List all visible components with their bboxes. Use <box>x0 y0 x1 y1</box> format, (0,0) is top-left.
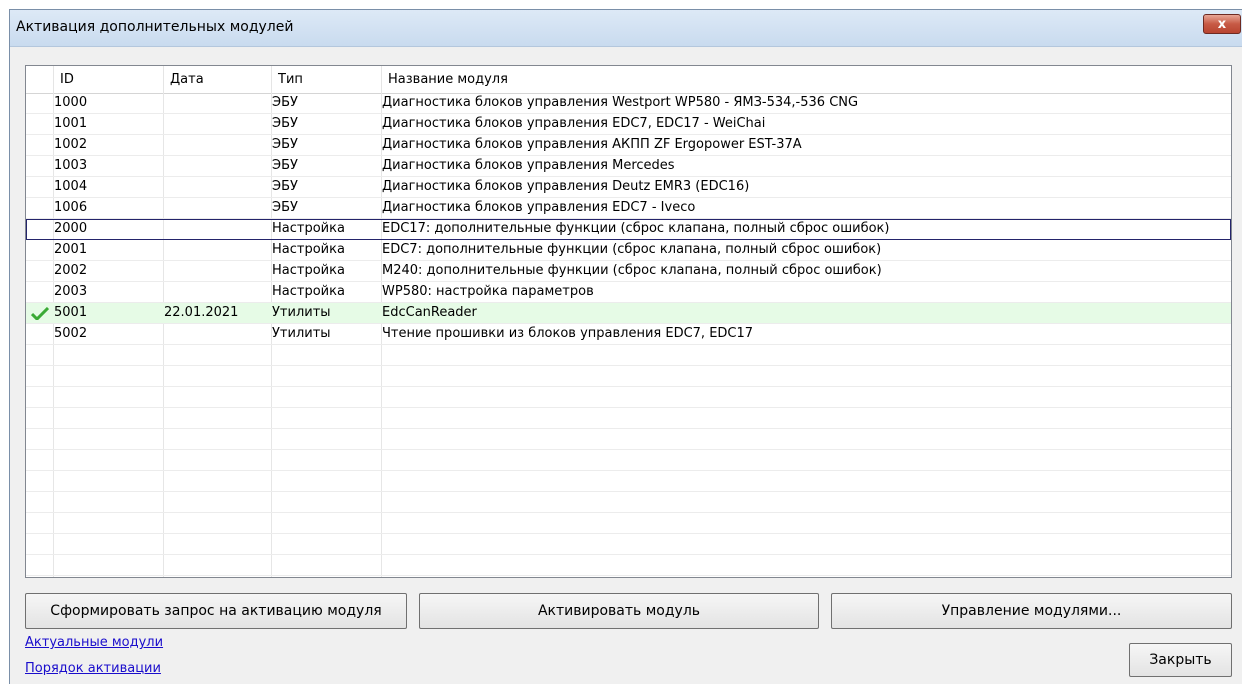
cell-id: 2001 <box>54 242 88 257</box>
header-indicator <box>26 66 54 93</box>
cell-name: EDC17: дополнительные функции (сброс кла… <box>382 221 890 236</box>
table-row[interactable]: 1006 ЭБУ Диагностика блоков управления EDC… <box>26 198 1231 219</box>
cell-type: Настройка <box>272 242 345 257</box>
empty-row <box>26 555 1231 576</box>
empty-row <box>26 534 1231 555</box>
list-rows: 1000 ЭБУ Диагностика блоков управления Wes… <box>26 93 1231 576</box>
close-icon: x <box>1217 17 1227 32</box>
manage-modules-button[interactable]: Управление модулями... <box>831 593 1232 629</box>
table-row[interactable]: 5001 22.01.2021 Утилиты EdcCanReader <box>26 303 1231 324</box>
cell-id: 5001 <box>54 305 88 320</box>
cell-name: EDC7: дополнительные функции (сброс клап… <box>382 242 882 257</box>
window-title: Активация дополнительных модулей <box>16 19 294 35</box>
cell-type: ЭБУ <box>272 200 298 215</box>
cell-type: ЭБУ <box>272 137 298 152</box>
table-row[interactable]: 1003 ЭБУ Диагностика блоков управления Mer… <box>26 156 1231 177</box>
activate-module-button[interactable]: Активировать модуль <box>419 593 819 629</box>
cell-id: 1004 <box>54 179 88 194</box>
current-modules-link[interactable]: Актуальные модули <box>25 635 163 650</box>
cell-type: ЭБУ <box>272 116 298 131</box>
modules-list[interactable]: ID Дата Тип Название модуля 1000 ЭБУ Диагн… <box>25 65 1232 578</box>
cell-type: Настройка <box>272 263 345 278</box>
empty-row <box>26 513 1231 534</box>
table-row[interactable]: 1001 ЭБУ Диагностика блоков управления EDC… <box>26 114 1231 135</box>
cell-type: Настройка <box>272 221 345 236</box>
empty-row <box>26 492 1231 513</box>
cell-type: Утилиты <box>272 305 331 320</box>
empty-row <box>26 387 1231 408</box>
close-window-button[interactable]: x <box>1203 14 1241 34</box>
cell-type: ЭБУ <box>272 95 298 110</box>
cell-name: Диагностика блоков управления Mercedes <box>382 158 675 173</box>
list-header: ID Дата Тип Название модуля <box>26 66 1231 94</box>
cell-name: Диагностика блоков управления EDC7 - Ive… <box>382 200 696 215</box>
table-row[interactable]: 1004 ЭБУ Диагностика блоков управления Deu… <box>26 177 1231 198</box>
close-button[interactable]: Закрыть <box>1129 643 1232 677</box>
table-row[interactable]: 5002 Утилиты Чтение прошивки из блоков упр… <box>26 324 1231 345</box>
cell-type: Настройка <box>272 284 345 299</box>
cell-name: M240: дополнительные функции (сброс клап… <box>382 263 882 278</box>
table-row[interactable]: 1002 ЭБУ Диагностика блоков управления АКП… <box>26 135 1231 156</box>
cell-date: 22.01.2021 <box>164 305 239 320</box>
cell-name: WP580: настройка параметров <box>382 284 594 299</box>
activation-dialog: Активация дополнительных модулей x ID Да… <box>9 9 1242 684</box>
header-name[interactable]: Название модуля <box>382 66 1231 93</box>
title-bar[interactable]: Активация дополнительных модулей x <box>10 10 1242 47</box>
table-row[interactable]: 1000 ЭБУ Диагностика блоков управления Wes… <box>26 93 1231 114</box>
header-date[interactable]: Дата <box>164 66 272 93</box>
cell-id: 2003 <box>54 284 88 299</box>
empty-row <box>26 345 1231 366</box>
cell-name: Чтение прошивки из блоков управления EDC… <box>382 326 754 341</box>
empty-row <box>26 408 1231 429</box>
cell-id: 2000 <box>54 221 88 236</box>
cell-type: Утилиты <box>272 326 331 341</box>
cell-id: 1006 <box>54 200 88 215</box>
empty-row <box>26 366 1231 387</box>
cell-id: 1000 <box>54 95 88 110</box>
table-row[interactable]: 2001 Настройка EDC7: дополнительные функци… <box>26 240 1231 261</box>
activation-order-link[interactable]: Порядок активации <box>25 661 161 676</box>
empty-row <box>26 450 1231 471</box>
cell-name: Диагностика блоков управления Westport W… <box>382 95 859 110</box>
table-row[interactable]: 2000 Настройка EDC17: дополнительные функц… <box>26 219 1231 240</box>
cell-type: ЭБУ <box>272 158 298 173</box>
table-row[interactable]: 2003 Настройка WP580: настройка параметров <box>26 282 1231 303</box>
table-row[interactable]: 2002 Настройка M240: дополнительные функци… <box>26 261 1231 282</box>
header-id[interactable]: ID <box>54 66 164 93</box>
request-activation-button[interactable]: Сформировать запрос на активацию модуля <box>25 593 407 629</box>
cell-name: Диагностика блоков управления EDC7, EDC1… <box>382 116 766 131</box>
cell-name: EdcCanReader <box>382 305 477 320</box>
cell-id: 1002 <box>54 137 88 152</box>
header-type[interactable]: Тип <box>272 66 382 93</box>
cell-name: Диагностика блоков управления Deutz EMR3… <box>382 179 750 194</box>
cell-name: Диагностика блоков управления АКПП ZF Er… <box>382 137 802 152</box>
empty-row <box>26 471 1231 492</box>
cell-type: ЭБУ <box>272 179 298 194</box>
checkmark-icon <box>31 307 49 320</box>
empty-row <box>26 429 1231 450</box>
cell-id: 5002 <box>54 326 88 341</box>
cell-id: 2002 <box>54 263 88 278</box>
cell-id: 1003 <box>54 158 88 173</box>
cell-id: 1001 <box>54 116 88 131</box>
